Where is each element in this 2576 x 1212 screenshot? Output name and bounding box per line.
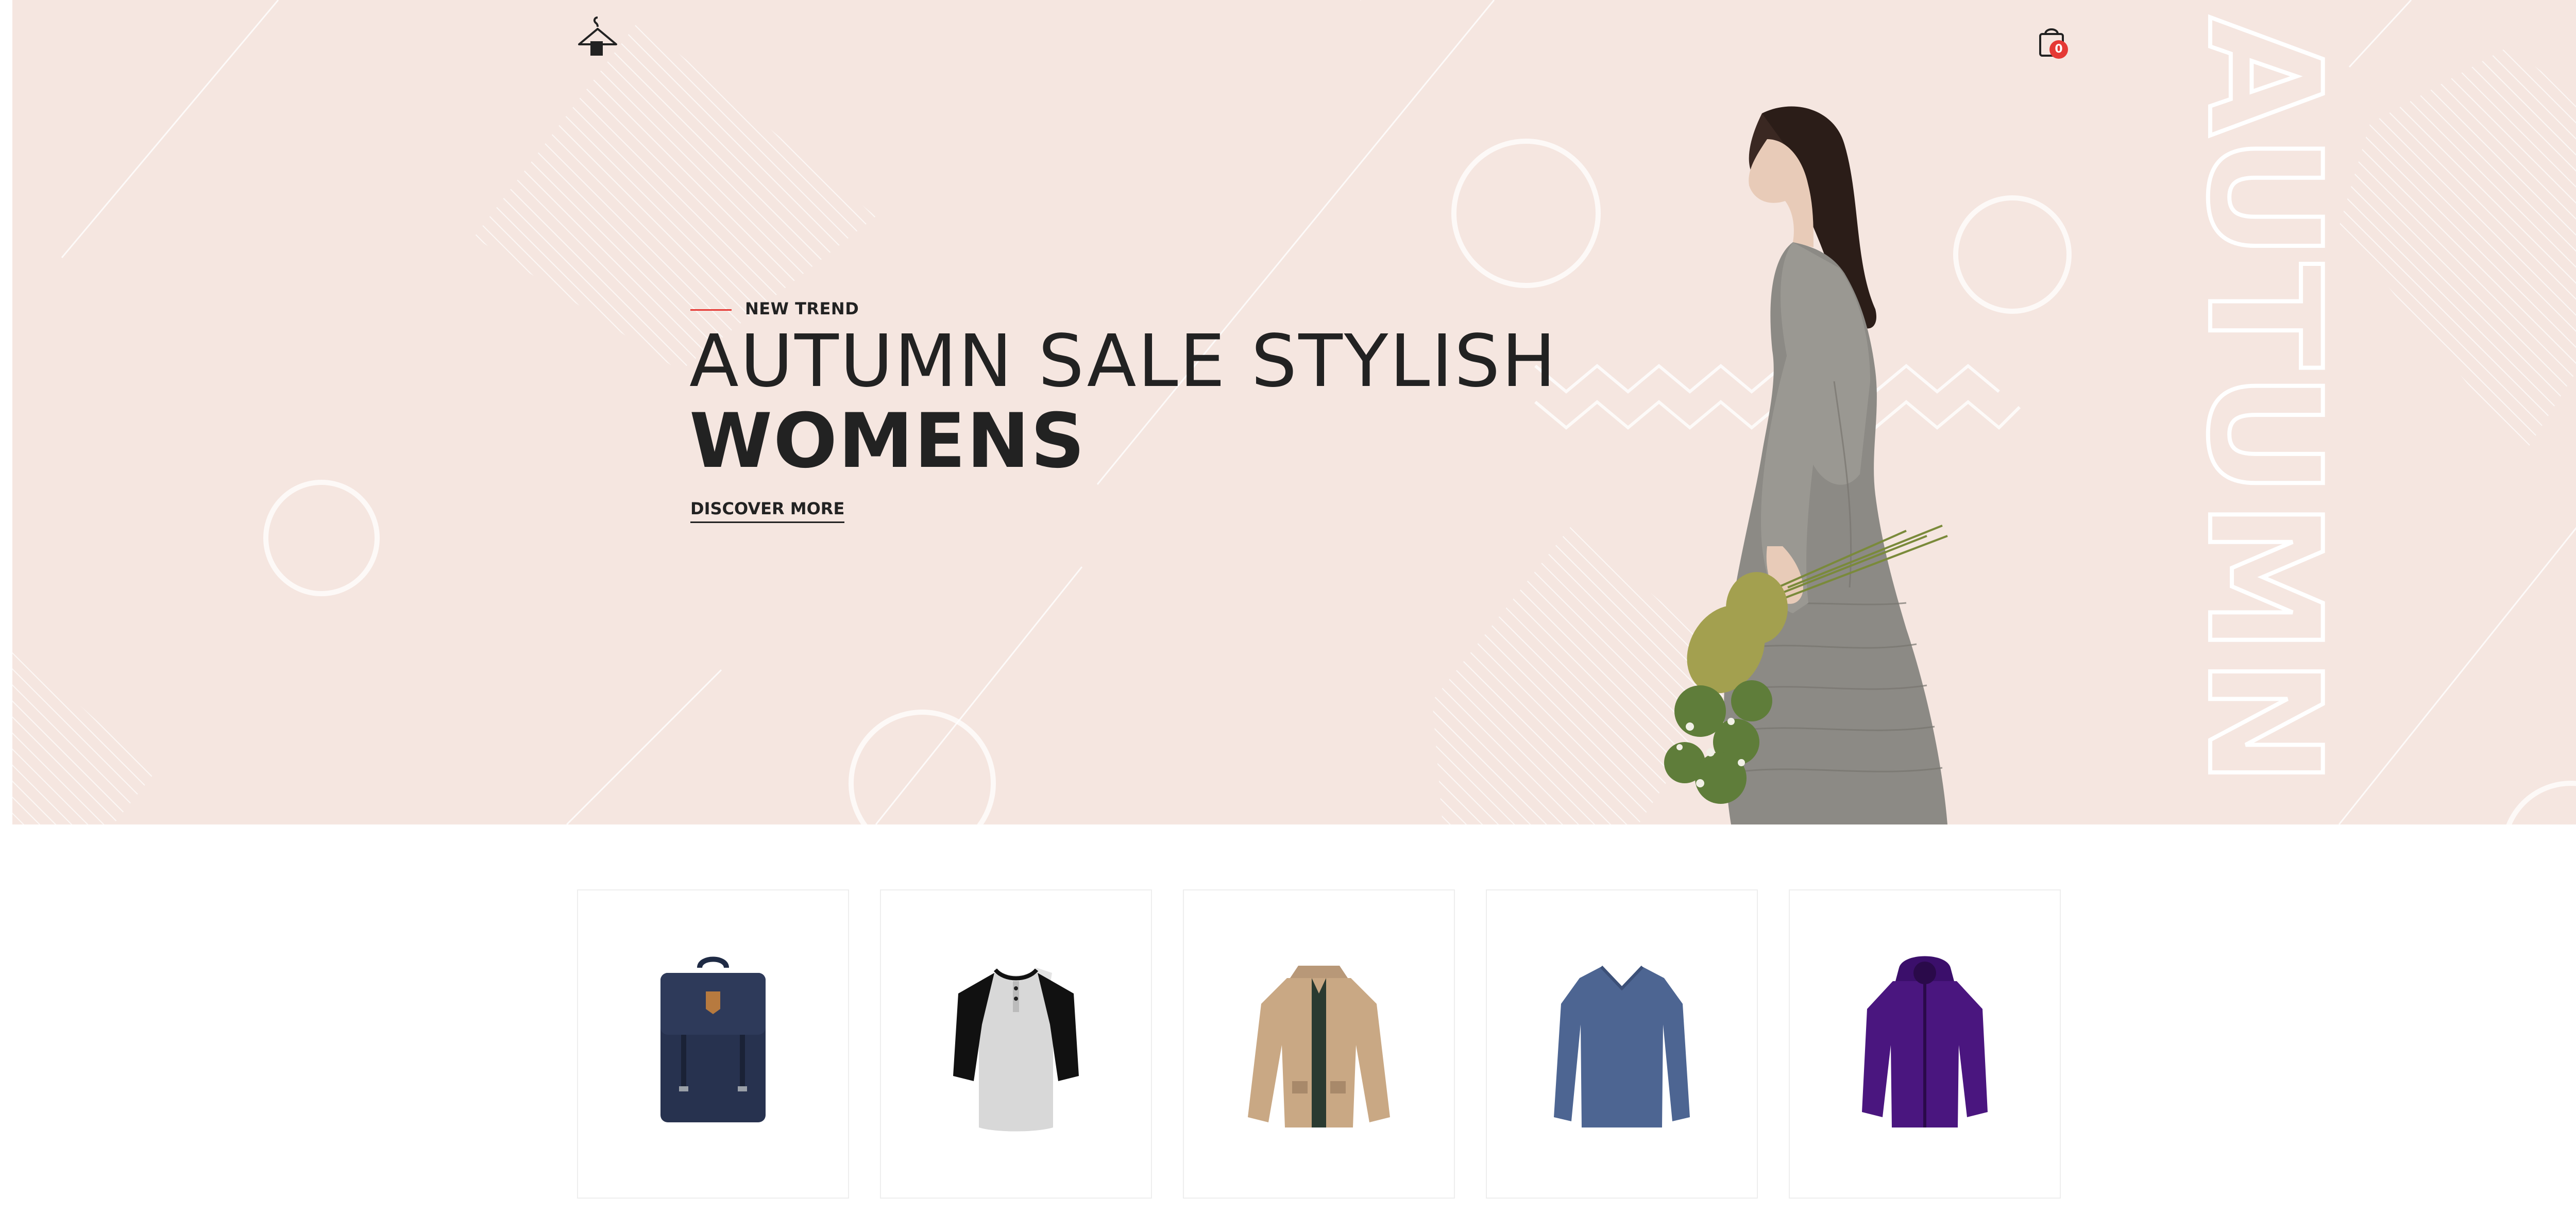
hero-woman-image [1664, 106, 1948, 824]
product-card-jacket[interactable] [1183, 889, 1455, 1199]
hero-headline: AUTUMN SALE STYLISH [689, 319, 1557, 403]
vertical-autumn-text: AUTUMN [2190, 14, 2344, 792]
eyebrow-accent-line [690, 309, 732, 311]
hanger-bag-icon[interactable] [575, 14, 620, 60]
raglan-henley-shirt-image [953, 968, 1079, 1132]
product-card-hooded-jacket[interactable] [1789, 889, 2061, 1199]
blue-longsleeve-shirt-image [1554, 965, 1690, 1127]
hero-headline-bold: WOMENS [689, 397, 1086, 485]
purple-hooded-jacket-image [1862, 956, 1988, 1127]
product-card-backpack[interactable] [577, 889, 849, 1199]
product-card-henley[interactable] [880, 889, 1152, 1199]
khaki-jacket-image [1248, 966, 1390, 1127]
hero-eyebrow: NEW TREND [745, 299, 859, 318]
hero-left-edge [0, 0, 12, 824]
cart-count-badge: 0 [2049, 40, 2068, 59]
navy-backpack-image [660, 956, 766, 1122]
hero-banner: AUTUMN 0 NEW TREND AUTUMN SALE STYLISH W… [0, 0, 2576, 824]
product-card-longsleeve[interactable] [1486, 889, 1758, 1199]
discover-more-button[interactable]: DISCOVER MORE [690, 499, 845, 523]
vertical-autumn-word: AUTUMN [2190, 16, 2344, 789]
